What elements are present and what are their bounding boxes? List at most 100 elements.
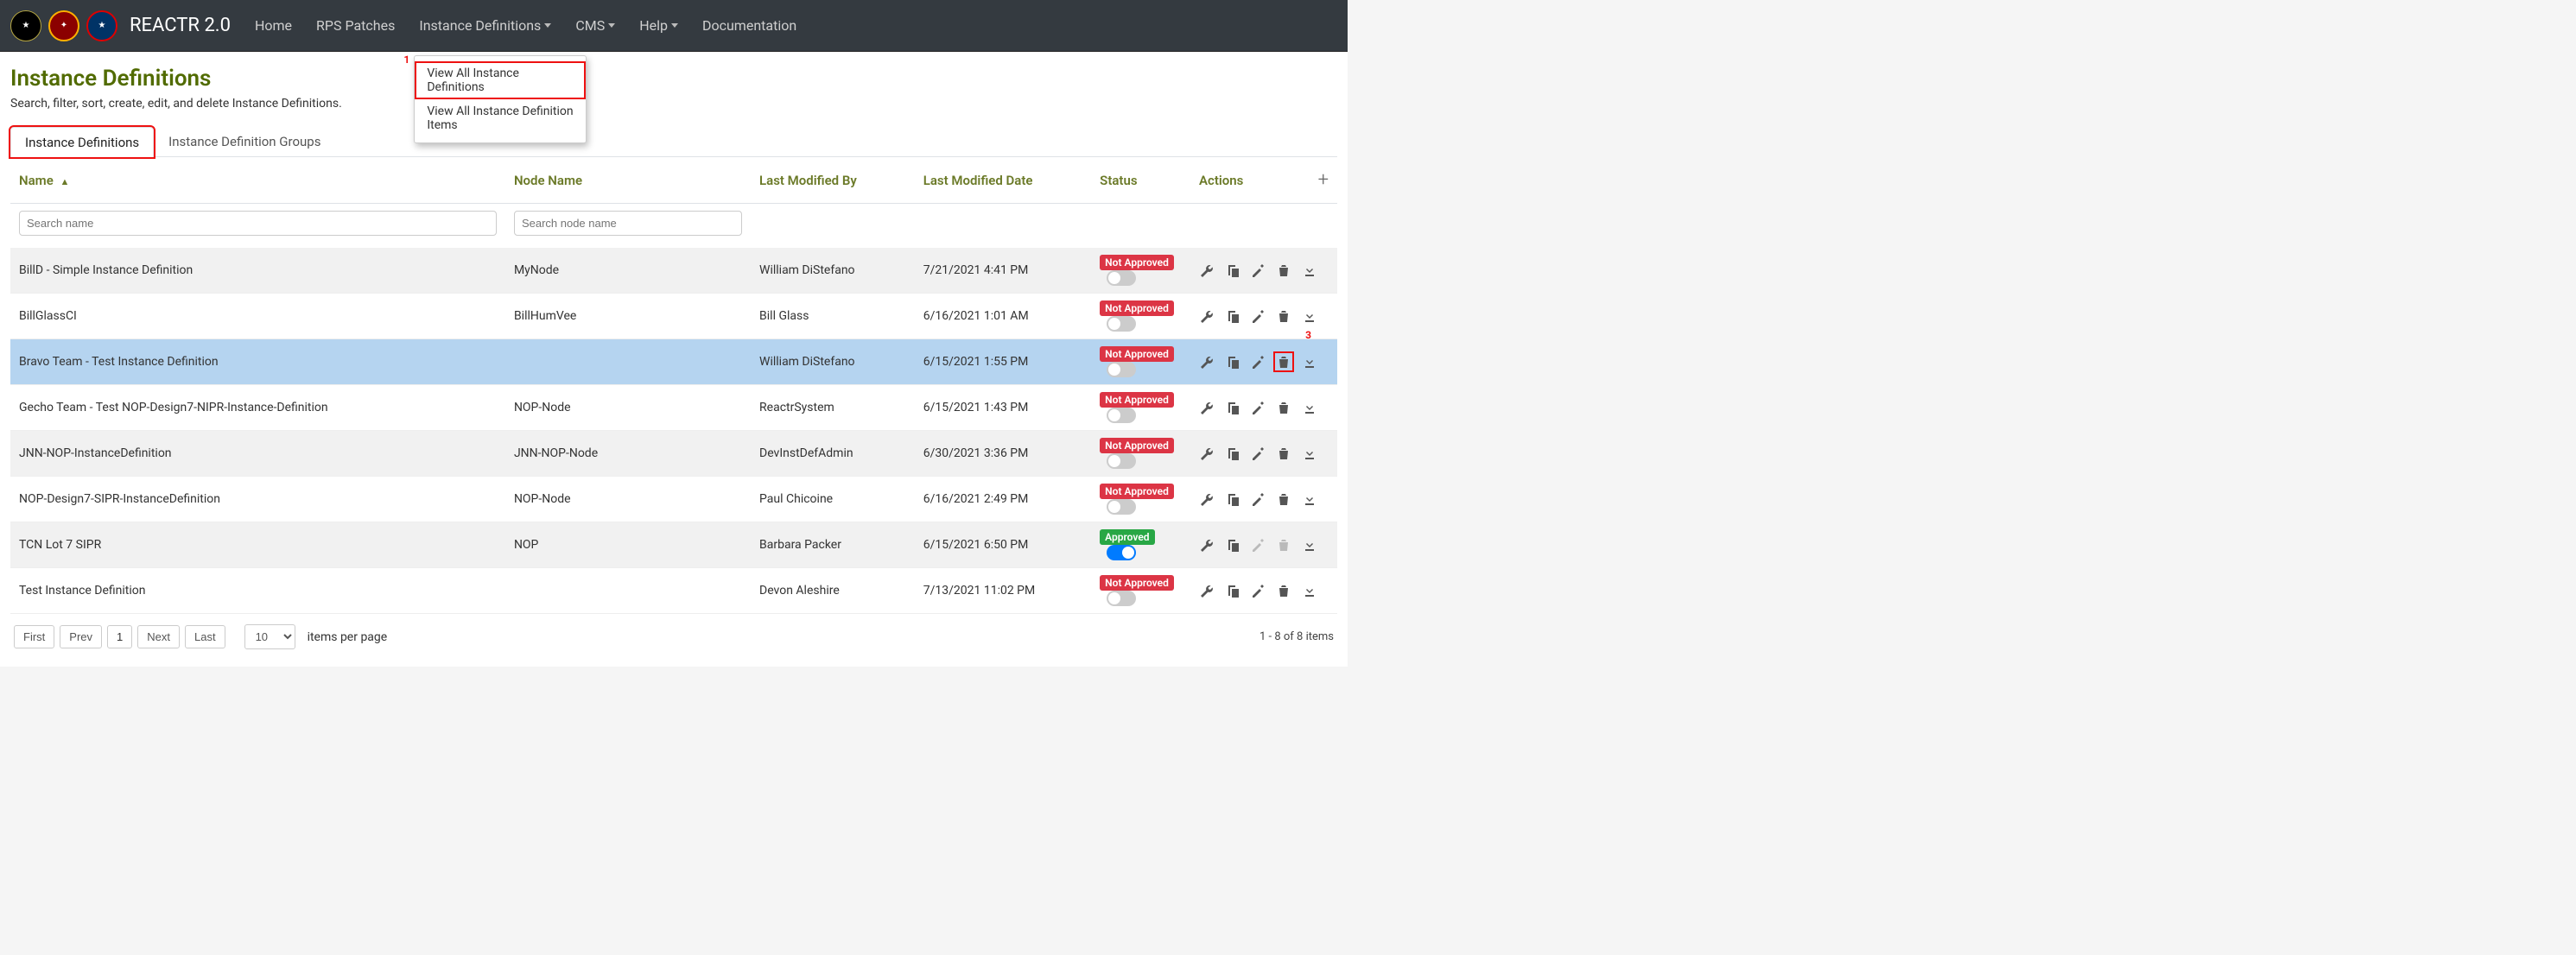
tab-instance-definitions[interactable]: Instance Definitions xyxy=(10,127,154,157)
copy-icon[interactable] xyxy=(1225,538,1239,552)
col-node-name[interactable]: Node Name xyxy=(505,157,751,204)
approval-toggle[interactable] xyxy=(1107,499,1136,515)
edit-icon[interactable] xyxy=(1251,263,1265,277)
configure-icon[interactable] xyxy=(1199,584,1213,598)
configure-icon[interactable] xyxy=(1199,446,1213,460)
dropdown-view-all-defs[interactable]: View All Instance Definitions xyxy=(415,61,586,99)
copy-icon[interactable] xyxy=(1225,446,1239,460)
approval-toggle[interactable] xyxy=(1107,591,1136,606)
instance-definitions-table: Name ▲ Node Name Last Modified By Last M… xyxy=(10,157,1337,614)
table-row[interactable]: NOP-Design7-SIPR-InstanceDefinitionNOP-N… xyxy=(10,477,1337,522)
copy-icon[interactable] xyxy=(1225,309,1239,323)
table-row[interactable]: TCN Lot 7 SIPRNOPBarbara Packer6/15/2021… xyxy=(10,522,1337,568)
cell-last-modified-by: ReactrSystem xyxy=(751,385,915,431)
configure-icon[interactable] xyxy=(1199,263,1213,277)
nav-documentation[interactable]: Documentation xyxy=(702,17,796,34)
col-name[interactable]: Name ▲ xyxy=(10,157,505,204)
page-prev-button[interactable]: Prev xyxy=(60,625,102,648)
copy-icon[interactable] xyxy=(1225,355,1239,369)
approval-toggle[interactable] xyxy=(1107,362,1136,377)
approval-toggle[interactable] xyxy=(1107,453,1136,469)
delete-icon[interactable] xyxy=(1277,263,1291,277)
configure-icon[interactable] xyxy=(1199,309,1213,323)
download-icon[interactable] xyxy=(1303,263,1317,277)
search-name-input[interactable] xyxy=(19,211,497,236)
status-badge: Not Approved xyxy=(1100,346,1174,362)
col-last-modified-by[interactable]: Last Modified By xyxy=(751,157,915,204)
edit-icon[interactable] xyxy=(1251,401,1265,414)
nav-home[interactable]: Home xyxy=(255,17,292,34)
table-row[interactable]: Gecho Team - Test NOP-Design7-NIPR-Insta… xyxy=(10,385,1337,431)
cell-status: Not Approved xyxy=(1091,248,1190,294)
delete-icon[interactable] xyxy=(1277,584,1291,598)
cell-name: Bravo Team - Test Instance Definition xyxy=(10,339,505,385)
delete-icon[interactable] xyxy=(1277,492,1291,506)
download-icon[interactable] xyxy=(1303,309,1317,323)
approval-toggle[interactable] xyxy=(1107,408,1136,423)
add-row-icon[interactable]: + xyxy=(1318,169,1329,191)
configure-icon[interactable] xyxy=(1199,355,1213,369)
download-icon[interactable] xyxy=(1303,401,1317,414)
configure-icon[interactable] xyxy=(1199,538,1213,552)
cell-actions xyxy=(1190,385,1337,431)
edit-icon[interactable] xyxy=(1251,355,1265,369)
edit-icon[interactable] xyxy=(1251,584,1265,598)
table-row[interactable]: BillD - Simple Instance DefinitionMyNode… xyxy=(10,248,1337,294)
cell-last-modified-by: DevInstDefAdmin xyxy=(751,431,915,477)
table-row[interactable]: BillGlassCIBillHumVeeBill Glass6/16/2021… xyxy=(10,294,1337,339)
tab-instance-definition-groups[interactable]: Instance Definition Groups xyxy=(154,126,335,156)
download-icon[interactable] xyxy=(1303,584,1317,598)
dropdown-view-all-items[interactable]: View All Instance Definition Items xyxy=(415,99,586,137)
search-node-input[interactable] xyxy=(514,211,742,236)
copy-icon[interactable] xyxy=(1225,584,1239,598)
edit-icon[interactable] xyxy=(1251,309,1265,323)
cell-last-modified-date: 6/15/2021 1:55 PM xyxy=(915,339,1091,385)
approval-toggle[interactable] xyxy=(1107,316,1136,332)
download-icon[interactable] xyxy=(1303,446,1317,460)
delete-icon[interactable] xyxy=(1277,446,1291,460)
pagination-row: First Prev 1 Next Last 10 items per page… xyxy=(10,614,1337,660)
edit-icon[interactable] xyxy=(1251,492,1265,506)
items-per-page-label: items per page xyxy=(308,630,388,644)
cell-node-name xyxy=(505,339,751,385)
configure-icon[interactable] xyxy=(1199,401,1213,414)
copy-icon[interactable] xyxy=(1225,492,1239,506)
download-icon[interactable] xyxy=(1303,492,1317,506)
table-row[interactable]: Test Instance DefinitionDevon Aleshire7/… xyxy=(10,568,1337,614)
cell-status: Approved xyxy=(1091,522,1190,568)
approval-toggle[interactable] xyxy=(1107,545,1136,560)
nav-rps-patches[interactable]: RPS Patches xyxy=(316,17,395,34)
download-icon[interactable] xyxy=(1303,355,1317,369)
delete-icon xyxy=(1277,538,1291,552)
page-first-button[interactable]: First xyxy=(14,625,54,648)
table-row[interactable]: Bravo Team - Test Instance Definition Wil… xyxy=(10,339,1337,385)
col-last-modified-date[interactable]: Last Modified Date xyxy=(915,157,1091,204)
items-per-page-select[interactable]: 10 xyxy=(244,624,295,649)
delete-icon[interactable] xyxy=(1277,309,1291,323)
page-next-button[interactable]: Next xyxy=(137,625,180,648)
cell-node-name: NOP xyxy=(505,522,751,568)
cell-last-modified-date: 6/15/2021 6:50 PM xyxy=(915,522,1091,568)
delete-icon[interactable] xyxy=(1277,401,1291,414)
cell-last-modified-date: 6/16/2021 2:49 PM xyxy=(915,477,1091,522)
page-last-button[interactable]: Last xyxy=(185,625,225,648)
configure-icon[interactable] xyxy=(1199,492,1213,506)
cell-status: Not Approved xyxy=(1091,339,1190,385)
page-number-button[interactable]: 1 xyxy=(107,625,132,648)
cell-status: Not Approved xyxy=(1091,568,1190,614)
table-row[interactable]: JNN-NOP-InstanceDefinitionJNN-NOP-NodeDe… xyxy=(10,431,1337,477)
instance-definitions-dropdown: View All Instance Definitions View All I… xyxy=(414,55,587,143)
cell-last-modified-by: William DiStefano xyxy=(751,339,915,385)
copy-icon[interactable] xyxy=(1225,401,1239,414)
col-status[interactable]: Status xyxy=(1091,157,1190,204)
annotation-3: 3 xyxy=(1305,329,1311,341)
nav-cms[interactable]: CMS xyxy=(575,17,615,34)
copy-icon[interactable] xyxy=(1225,263,1239,277)
download-icon[interactable] xyxy=(1303,538,1317,552)
approval-toggle[interactable] xyxy=(1107,270,1136,286)
nav-instance-definitions[interactable]: Instance Definitions 1 View All Instance… xyxy=(419,17,551,34)
status-badge: Not Approved xyxy=(1100,255,1174,270)
delete-icon[interactable] xyxy=(1277,355,1291,369)
edit-icon[interactable] xyxy=(1251,446,1265,460)
nav-help[interactable]: Help xyxy=(639,17,678,34)
